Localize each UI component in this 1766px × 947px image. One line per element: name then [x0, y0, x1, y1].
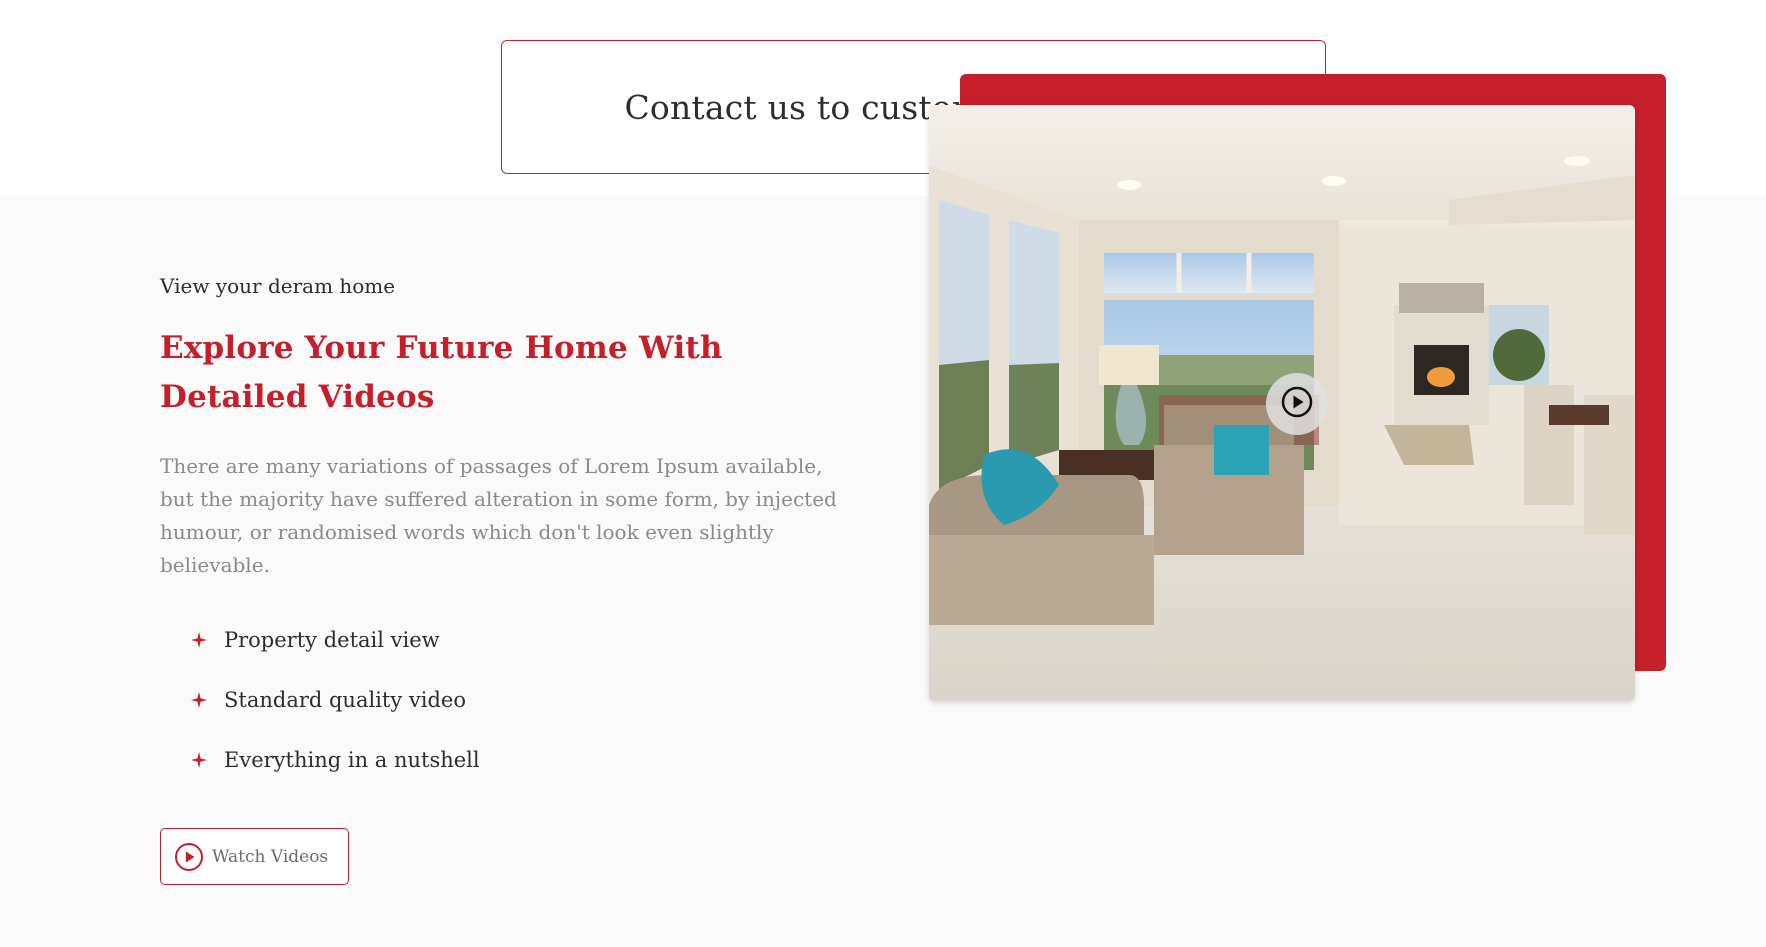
list-item: Property detail view — [190, 610, 480, 670]
section-description: There are many variations of passages of… — [160, 454, 837, 577]
feature-label: Everything in a nutshell — [224, 748, 480, 772]
section-eyebrow: View your deram home — [160, 274, 396, 298]
play-circle-icon — [1280, 385, 1314, 423]
feature-list: Property detail view Standard quality vi… — [190, 610, 480, 790]
play-video-button[interactable] — [1266, 373, 1328, 435]
sparkle-icon — [190, 751, 208, 769]
list-item: Standard quality video — [190, 670, 480, 730]
feature-label: Property detail view — [224, 628, 440, 652]
list-item: Everything in a nutshell — [190, 730, 480, 790]
feature-label: Standard quality video — [224, 688, 466, 712]
sparkle-icon — [190, 691, 208, 709]
play-circle-icon — [174, 842, 204, 872]
watch-videos-button[interactable]: Watch Videos — [160, 828, 349, 885]
watch-videos-label: Watch Videos — [212, 846, 329, 867]
section-headline: Explore Your Future Home With Detailed V… — [160, 330, 723, 415]
sparkle-icon — [190, 631, 208, 649]
